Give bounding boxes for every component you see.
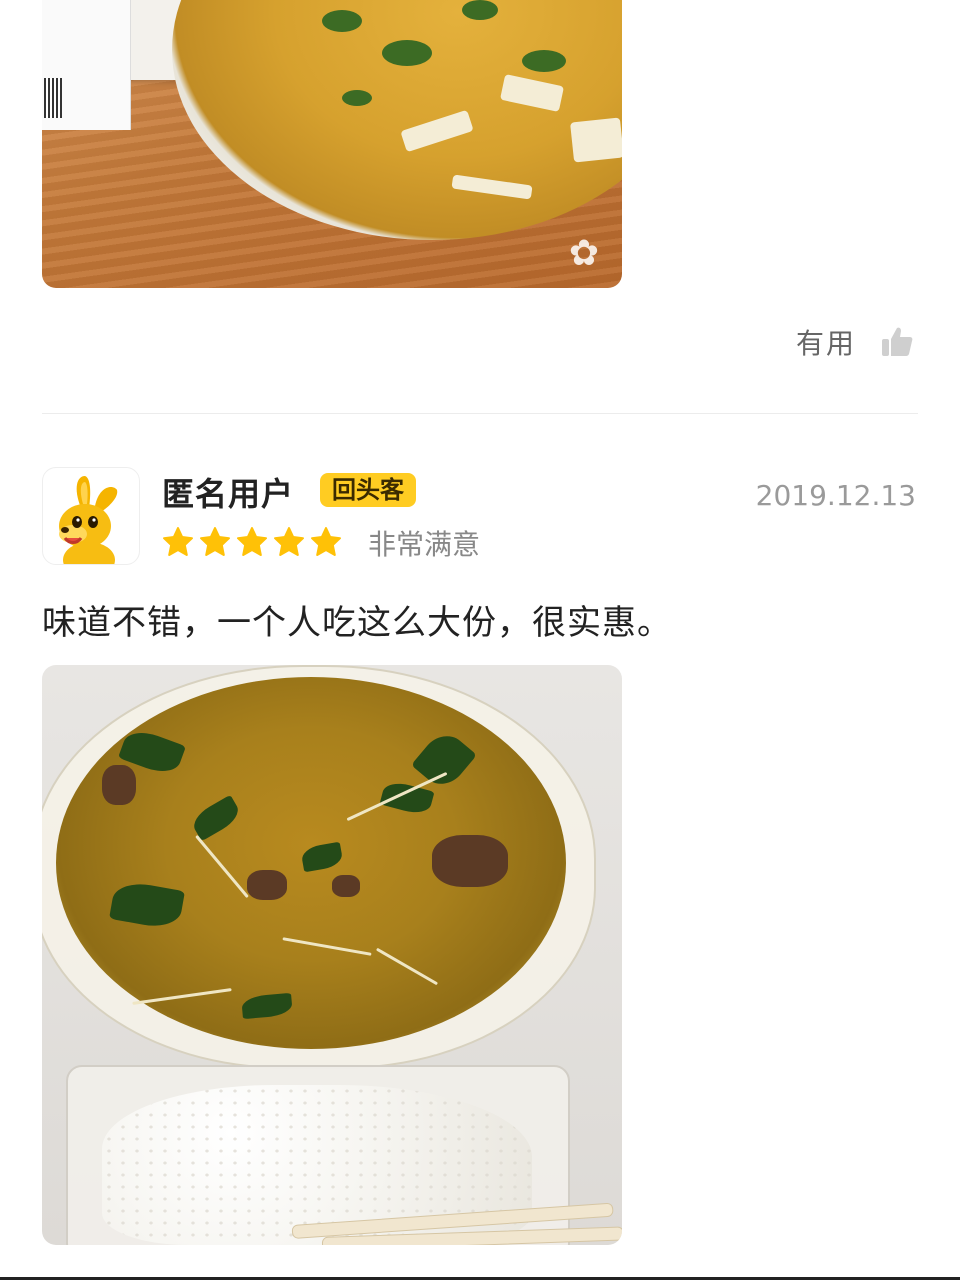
- repeat-customer-badge: 回头客: [320, 473, 416, 507]
- star-icon: [274, 527, 304, 556]
- star-icon: [311, 527, 341, 556]
- star-icon: [200, 527, 230, 556]
- review-photo[interactable]: [42, 665, 622, 1245]
- rating-text: 非常满意: [368, 528, 481, 561]
- kangaroo-mascot-icon: [59, 476, 118, 564]
- star-rating: [162, 526, 342, 558]
- useful-button[interactable]: 有用: [796, 322, 914, 362]
- review-date: 2019.12.13: [755, 479, 916, 512]
- useful-label: 有用: [795, 327, 856, 360]
- star-icon: [237, 527, 267, 556]
- watermark-kangaroo-icon: ✿: [568, 233, 600, 274]
- previous-review-photo[interactable]: ✿: [42, 0, 622, 288]
- review-divider: [42, 413, 918, 414]
- review-text: 味道不错，一个人吃这么大份，很实惠。: [42, 603, 672, 643]
- avatar[interactable]: [42, 467, 140, 565]
- thumbs-up-icon: [882, 327, 913, 356]
- username[interactable]: 匿名用户: [162, 472, 294, 516]
- star-icon: [163, 527, 193, 556]
